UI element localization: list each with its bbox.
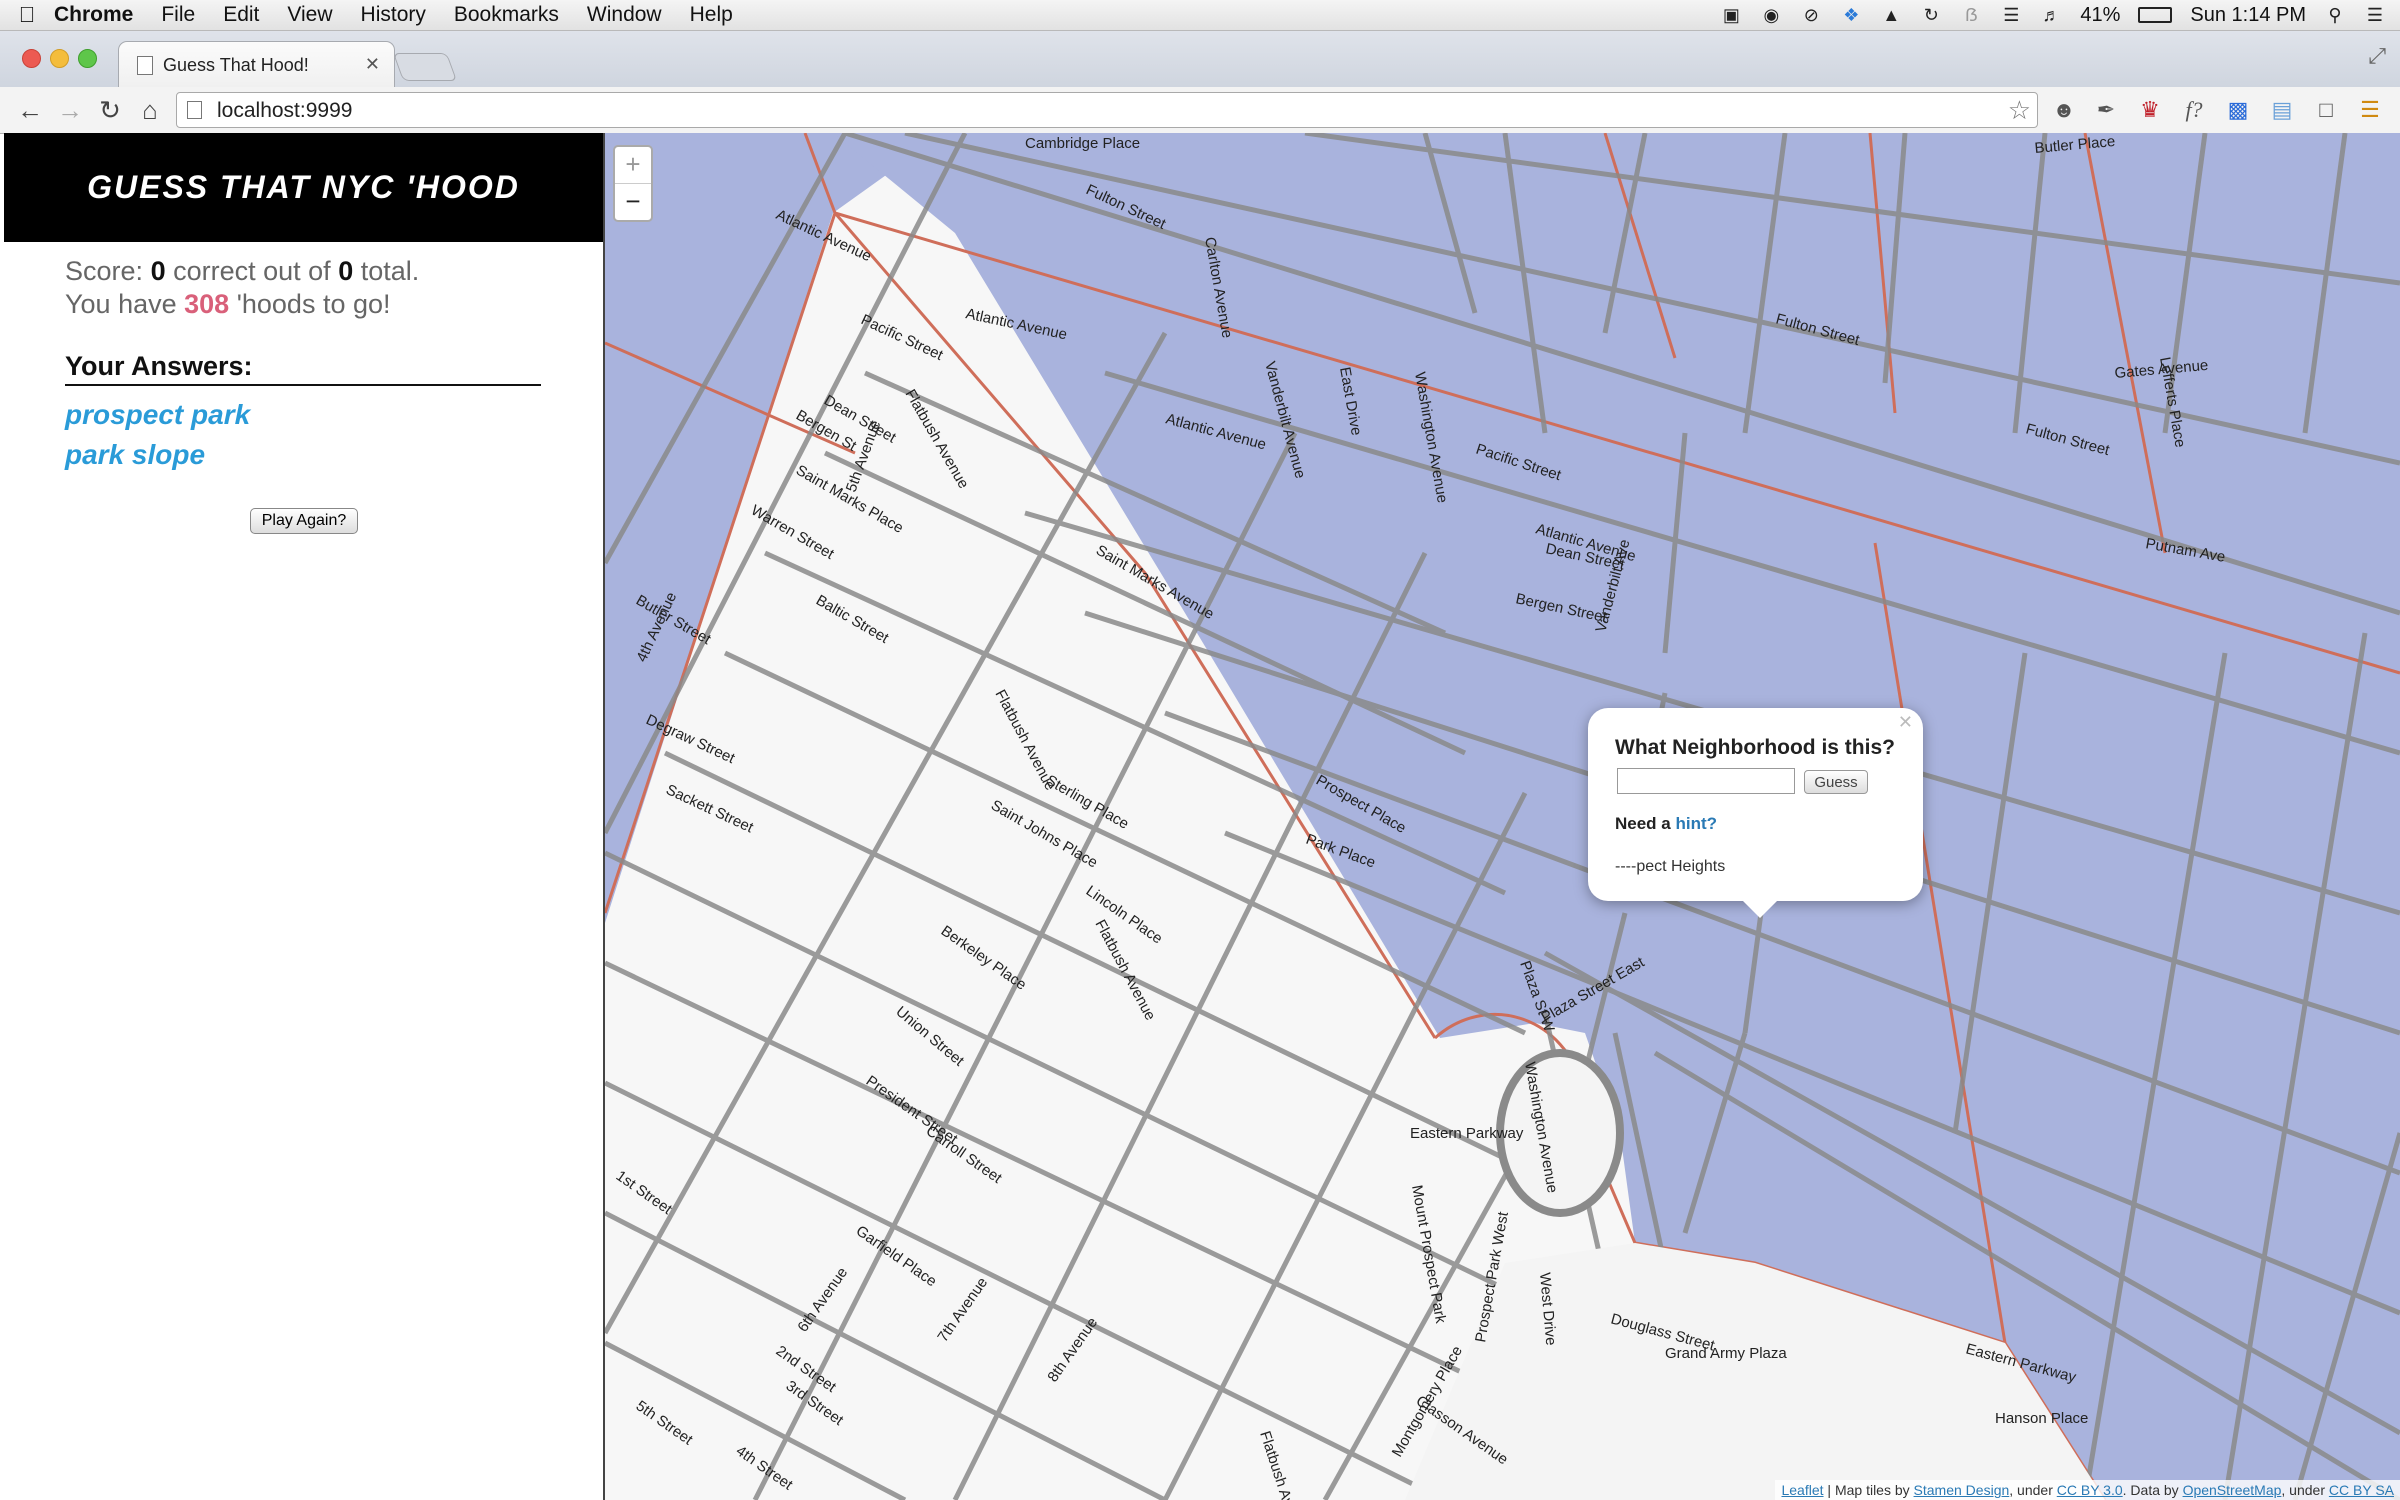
popup-close-icon[interactable]: ✕ <box>1898 712 1913 733</box>
remaining-line: You have 308 'hoods to go! <box>65 288 419 321</box>
osm-link[interactable]: OpenStreetMap <box>2183 1482 2282 1498</box>
map-attribution: Leaflet | Map tiles by Stamen Design, un… <box>1775 1480 2400 1500</box>
menu-bar:  Chrome File Edit View History Bookmark… <box>0 0 2400 31</box>
score-panel: Score: 0 correct out of 0 total. You hav… <box>65 255 419 321</box>
remaining-prefix: You have <box>65 289 177 319</box>
screenshot-icon[interactable]: ◉ <box>1760 6 1782 24</box>
street-label: Cambridge Place <box>1025 135 1140 152</box>
page-icon <box>187 101 202 119</box>
wifi-icon[interactable]: ☰ <box>2000 6 2022 24</box>
browser-tab[interactable]: Guess That Hood! ✕ <box>118 41 395 88</box>
clock[interactable]: Sun 1:14 PM <box>2190 4 2306 27</box>
hint-link[interactable]: hint? <box>1675 814 1717 833</box>
tab-title: Guess That Hood! <box>163 54 309 75</box>
page-favicon-icon <box>137 55 153 75</box>
street-label: Hanson Place <box>1995 1410 2088 1427</box>
forward-arrow-icon[interactable]: → <box>54 94 86 126</box>
map-view[interactable]: Atlantic Avenue Atlantic Avenue Atlantic A… <box>605 133 2400 1500</box>
zoom-out-button[interactable]: − <box>615 184 651 220</box>
extension-red-icon[interactable]: ♛ <box>2136 96 2164 124</box>
user-profile-icon[interactable]: ☻ <box>2050 96 2078 124</box>
street-label: Eastern Parkway <box>1410 1125 1524 1142</box>
app-title: GUESS THAT NYC 'HOOD <box>87 169 520 205</box>
attribution-text-3: . Data by <box>2122 1482 2179 1498</box>
reload-icon[interactable]: ↻ <box>94 94 126 126</box>
street-label: Grand Army Plaza <box>1665 1345 1787 1362</box>
time-machine-icon[interactable]: ↻ <box>1920 6 1942 24</box>
hint-text: ----pect Heights <box>1615 858 1726 875</box>
fullscreen-icon[interactable]: ⤢ <box>2368 43 2386 69</box>
bluetooth-icon[interactable]: ẞ <box>1960 6 1982 24</box>
apple-icon[interactable]:  <box>0 2 54 28</box>
guess-button[interactable]: Guess <box>1804 770 1868 794</box>
menu-bookmarks[interactable]: Bookmarks <box>454 3 559 27</box>
menu-edit[interactable]: Edit <box>223 3 259 27</box>
popup-question: What Neighborhood is this? <box>1615 736 1895 759</box>
guess-popup: ✕ What Neighborhood is this? Guess Need … <box>1588 708 1923 918</box>
answer-item: prospect park <box>65 399 251 430</box>
extension-blue-icon[interactable]: ▩ <box>2224 96 2252 124</box>
tab-close-icon[interactable]: ✕ <box>365 54 380 75</box>
answer-item: park slope <box>65 439 206 470</box>
dropbox-icon[interactable]: ❖ <box>1840 6 1862 24</box>
menu-window[interactable]: Window <box>587 3 662 27</box>
home-icon[interactable]: ⌂ <box>134 94 166 126</box>
eyedropper-icon[interactable]: ✒ <box>2092 96 2120 124</box>
camera-icon[interactable]: ▣ <box>1720 6 1742 24</box>
back-arrow-icon[interactable]: ← <box>14 94 46 126</box>
menu-help[interactable]: Help <box>690 3 733 27</box>
cc-by-sa-link[interactable]: CC BY SA <box>2329 1482 2394 1498</box>
zoom-control: + − <box>613 145 653 222</box>
menu-view[interactable]: View <box>287 3 332 27</box>
window-minimize-button[interactable] <box>50 49 69 68</box>
status-icon[interactable]: ⊘ <box>1800 6 1822 24</box>
score-mid-text: correct out of <box>173 256 331 286</box>
menu-app-name[interactable]: Chrome <box>54 3 133 27</box>
attribution-text-2: , under <box>2009 1482 2053 1498</box>
hint-prefix: Need a <box>1615 814 1671 833</box>
app-title-bar: GUESS THAT NYC 'HOOD <box>4 133 603 242</box>
menu-history[interactable]: History <box>361 3 426 27</box>
address-bar[interactable]: ☆ <box>176 92 2038 128</box>
tab-strip: Guess That Hood! ✕ ⤢ <box>0 31 2400 88</box>
notification-center-icon[interactable]: ☰ <box>2364 6 2386 24</box>
bookmark-star-icon[interactable]: ☆ <box>2008 95 2031 126</box>
attribution-text-4: , under <box>2281 1482 2325 1498</box>
play-again-button[interactable]: Play Again? <box>250 508 358 534</box>
score-line: Score: 0 correct out of 0 total. <box>65 255 419 288</box>
font-identifier-icon[interactable]: f? <box>2180 96 2208 124</box>
window-close-button[interactable] <box>22 49 41 68</box>
zoom-in-button[interactable]: + <box>615 147 651 184</box>
remaining-suffix: 'hoods to go! <box>236 289 391 319</box>
leaflet-link[interactable]: Leaflet <box>1781 1482 1823 1498</box>
new-tab-button[interactable] <box>392 53 458 81</box>
volume-icon[interactable]: ♬ <box>2040 6 2062 24</box>
total-count: 0 <box>338 256 354 286</box>
correct-count: 0 <box>150 256 166 286</box>
stamen-link[interactable]: Stamen Design <box>1914 1482 2010 1498</box>
battery-percent[interactable]: 41% <box>2080 4 2120 27</box>
window-resize-icon[interactable]: □ <box>2312 96 2340 124</box>
score-suffix: total. <box>360 256 420 286</box>
window-zoom-button[interactable] <box>78 49 97 68</box>
attribution-text-1: | Map tiles by <box>1827 1482 1910 1498</box>
cc-by-link[interactable]: CC BY 3.0 <box>2057 1482 2123 1498</box>
remaining-count: 308 <box>184 289 230 319</box>
answers-list: prospect park park slope <box>65 395 250 475</box>
browser-toolbar: ← → ↻ ⌂ ☆ ☻ ✒ ♛ f? ▩ ▤ □ ☰ <box>0 87 2400 134</box>
extension-screen-icon[interactable]: ▤ <box>2268 96 2296 124</box>
score-label: Score: <box>65 256 144 286</box>
game-sidebar: GUESS THAT NYC 'HOOD Score: 0 correct ou… <box>4 133 605 1500</box>
hint-line: Need a hint? <box>1615 814 1717 834</box>
url-input[interactable] <box>215 97 1979 125</box>
answers-heading: Your Answers: <box>65 351 541 386</box>
chrome-menu-icon[interactable]: ☰ <box>2356 96 2384 124</box>
map-canvas[interactable]: Atlantic AvenueAtlantic AvenueAtlantic A… <box>605 133 2400 1500</box>
battery-icon[interactable] <box>2138 7 2173 23</box>
drive-icon[interactable]: ▲ <box>1880 6 1902 24</box>
menu-file[interactable]: File <box>161 3 195 27</box>
neighborhood-guess-input[interactable] <box>1617 768 1795 794</box>
spotlight-search-icon[interactable]: ⚲ <box>2324 6 2346 24</box>
